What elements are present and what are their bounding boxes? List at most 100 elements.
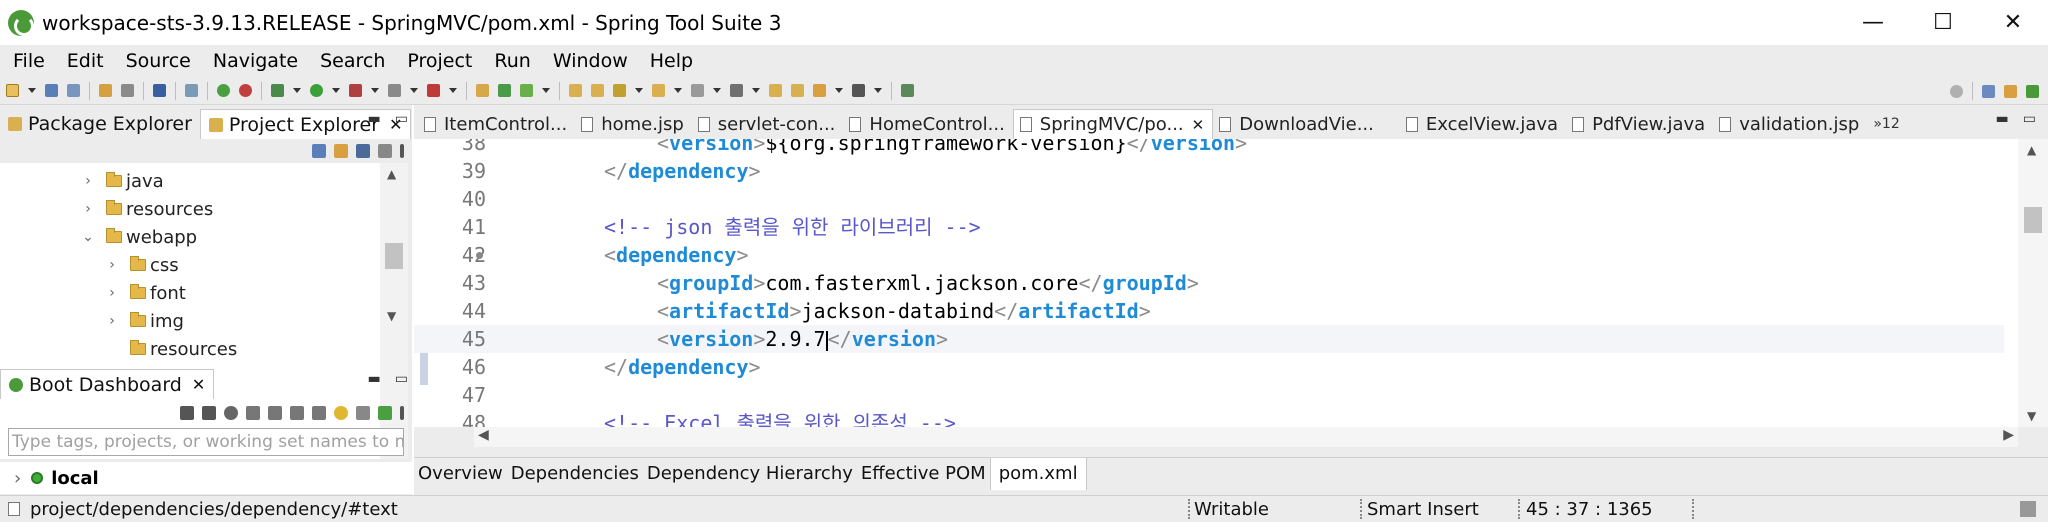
view-menu-icon[interactable] [400,144,404,158]
menu-file[interactable]: File [2,50,56,72]
tree-item-font[interactable]: › font [104,279,186,307]
forward-dropdown-icon[interactable] [874,88,882,93]
external-tools-dropdown-icon[interactable] [371,88,379,93]
code-line[interactable]: 41 <!-- json 출력을 위한 라이브러리 --> [414,213,2004,241]
open-type-icon[interactable] [99,84,112,97]
tab-pom-xml[interactable]: pom.xml [989,457,1087,490]
close-tab-icon[interactable]: ✕ [192,375,205,394]
fold-marker-icon[interactable] [476,252,483,259]
annotation-icon[interactable] [691,84,704,97]
code-line[interactable]: 44 <artifactId>jackson-databind</artifact… [414,297,2004,325]
stop-icon[interactable] [202,406,216,420]
save-icon[interactable] [45,84,58,97]
collapse-icon[interactable]: ⌄ [80,229,96,245]
editor-tab-homecontrol[interactable]: HomeControl... [843,109,1012,139]
expand-icon[interactable]: › [80,173,96,189]
tab-overview[interactable]: Overview [414,458,507,490]
expand-icon[interactable]: › [104,257,120,273]
code-line[interactable]: 42 <dependency> [414,241,2004,269]
view-menu-icon[interactable] [400,406,404,420]
expand-icon[interactable]: › [80,201,96,217]
search-icon[interactable] [1950,84,1963,98]
code-line[interactable]: 39 </dependency> [414,157,2004,185]
brush-icon[interactable] [613,84,626,97]
search-folder-icon[interactable] [652,84,665,97]
annotation-dropdown-icon[interactable] [713,88,721,93]
scroll-thumb[interactable] [2024,207,2042,233]
back-icon[interactable] [813,84,826,97]
new-package-icon[interactable] [476,84,489,97]
code-line[interactable]: 46 </dependency> [414,353,2004,381]
editor-tab-pom-xml[interactable]: SpringMVC/po... ✕ [1012,109,1214,139]
tree-item-img[interactable]: › img [104,307,184,335]
close-tab-icon[interactable]: ✕ [1192,116,1205,134]
code-line[interactable]: 47 [414,381,2004,409]
tree-item-resources[interactable]: › resources [80,195,213,223]
menu-window[interactable]: Window [542,50,639,72]
deploy-icon[interactable] [427,84,440,97]
terminal-icon[interactable] [153,84,166,97]
tab-dependencies[interactable]: Dependencies [507,458,643,490]
focus-icon[interactable] [378,144,392,158]
maximize-view-icon[interactable]: ▭ [2023,111,2036,127]
forward-icon[interactable] [852,84,865,97]
new-class-icon[interactable] [498,84,511,97]
brush-dropdown-icon[interactable] [635,88,643,93]
skip-breakpoints-icon[interactable] [185,84,198,97]
menu-run[interactable]: Run [483,50,541,72]
menu-search[interactable]: Search [309,50,396,72]
spring-perspective-icon[interactable] [2026,84,2039,98]
open-console-icon[interactable] [901,84,914,97]
tree-item-webapp[interactable]: ⌄ webapp [80,223,197,251]
menu-source[interactable]: Source [115,50,202,72]
code-line[interactable]: 43 <groupId>com.fasterxml.jackson.core</g… [414,269,2004,297]
expand-icon[interactable]: › [14,468,21,489]
tree-item-java[interactable]: › java [80,167,164,195]
editor-tab-excelview[interactable]: ExcelView.java [1400,109,1566,139]
minimize-view-icon[interactable]: ▬ [1996,111,2009,127]
run-icon[interactable] [310,84,323,97]
debug-dropdown-icon[interactable] [293,88,301,93]
code-line[interactable]: 45 <version>2.9.7 </version> [414,325,2004,353]
external-tools-icon[interactable] [349,84,362,97]
maximize-view-icon[interactable]: ▭ [395,371,408,387]
editor-tab-itemcontrol[interactable]: ItemControl... [418,109,575,139]
editor-vertical-scrollbar[interactable]: ▲ ▼ [2018,139,2048,427]
expand-icon[interactable]: › [104,285,120,301]
pin-dropdown-icon[interactable] [752,88,760,93]
menu-help[interactable]: Help [639,50,704,72]
scroll-thumb[interactable] [385,243,403,269]
open-folder-icon[interactable] [569,84,582,97]
scroll-down-icon[interactable]: ▼ [387,309,396,323]
menu-edit[interactable]: Edit [56,50,115,72]
restart-icon[interactable] [180,406,194,420]
collapse-all-icon[interactable] [312,144,326,158]
tree-item-resources-webapp[interactable]: resources [104,335,237,363]
tab-effective-pom[interactable]: Effective POM [857,458,990,490]
editor-tab-servlet-context[interactable]: servlet-con... [692,109,844,139]
code-line[interactable]: 48 <!-- Excel 출력을 위한 의존성 --> [414,409,2004,427]
minimize-view-icon[interactable]: ▬ [368,111,381,127]
next-annotation-icon[interactable] [769,84,782,97]
scroll-up-icon[interactable]: ▲ [387,167,396,181]
open-perspective-icon[interactable] [1982,84,1995,98]
tab-boot-dashboard[interactable]: Boot Dashboard ✕ [0,369,215,399]
tab-dependency-hierarchy[interactable]: Dependency Hierarchy [643,458,857,490]
code-line[interactable]: 40 [414,185,2004,213]
maximize-view-icon[interactable]: ▭ [395,111,408,127]
open-browser-icon[interactable] [224,406,238,420]
stop-icon[interactable] [388,84,401,97]
previous-annotation-icon[interactable] [791,84,804,97]
scroll-up-icon[interactable]: ▲ [2027,143,2036,157]
boot-icon[interactable] [217,84,230,97]
new-spring-dropdown-icon[interactable] [542,88,550,93]
code-editor[interactable]: 38 <version>${org.springframework-version… [414,139,2048,427]
lightbulb-icon[interactable] [334,406,348,420]
scroll-down-icon[interactable]: ▼ [2027,409,2036,423]
add-icon[interactable] [378,406,392,420]
link-with-editor-icon[interactable] [334,144,348,158]
java-ee-perspective-icon[interactable] [2004,84,2017,98]
run-dropdown-icon[interactable] [332,88,340,93]
console-icon[interactable] [246,406,260,420]
tab-overflow-button[interactable]: »12 [1873,109,1899,139]
